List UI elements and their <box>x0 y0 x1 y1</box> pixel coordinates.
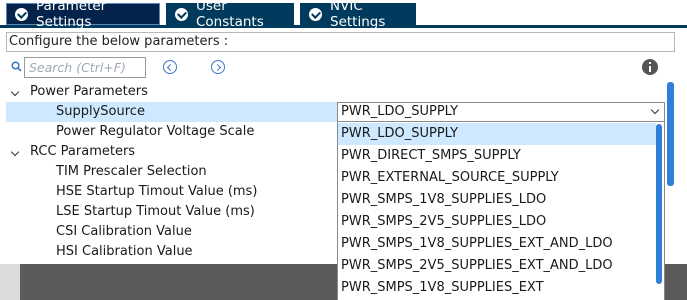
tab-label: NVIC Settings <box>330 0 386 30</box>
tab-bar: Parameter Settings User Constants NVIC S… <box>0 0 687 30</box>
dropdown-option[interactable]: PWR_SMPS_2V5_SUPPLIES_EXT_AND_LDO <box>338 255 656 277</box>
dropdown-option[interactable]: PWR_EXTERNAL_SOURCE_SUPPLY <box>338 167 656 189</box>
tree-group-power[interactable]: Power Parameters <box>6 82 336 102</box>
tree-group-label: RCC Parameters <box>30 144 136 159</box>
tree-item-label: TIM Prescaler Selection <box>56 164 207 179</box>
bottom-panel-edge <box>0 264 20 300</box>
search-input[interactable] <box>24 57 146 78</box>
tab-user-constants[interactable]: User Constants <box>166 0 294 30</box>
tree-item-label: HSI Calibration Value <box>56 244 193 259</box>
tree-item-voltage-scale[interactable]: Power Regulator Voltage Scale <box>6 122 337 142</box>
tab-label: User Constants <box>196 0 264 30</box>
chevron-down-icon[interactable] <box>650 105 660 115</box>
select-value: PWR_LDO_SUPPLY <box>341 104 459 119</box>
dropdown-option[interactable]: PWR_SMPS_1V8_SUPPLIES_EXT_AND_LDO <box>338 233 656 255</box>
check-circle-icon <box>15 7 28 21</box>
search-icon <box>11 61 22 76</box>
tree-item-label: CSI Calibration Value <box>56 224 192 239</box>
tree-item-tim-prescaler[interactable]: TIM Prescaler Selection <box>6 162 337 182</box>
tree-item-lse-startup[interactable]: LSE Startup Timout Value (ms) <box>6 202 337 222</box>
check-circle-icon <box>175 7 188 21</box>
chevron-down-icon[interactable] <box>10 147 20 157</box>
supply-source-select[interactable]: PWR_LDO_SUPPLY <box>337 102 665 122</box>
tab-parameter-settings[interactable]: Parameter Settings <box>6 0 160 30</box>
info-icon[interactable] <box>642 59 658 75</box>
check-circle-icon <box>309 7 322 21</box>
previous-icon[interactable] <box>163 60 177 74</box>
dropdown-option[interactable]: PWR_SMPS_1V8_SUPPLIES_LDO <box>338 189 656 211</box>
tree-group-label: Power Parameters <box>30 84 148 99</box>
dropdown-option[interactable]: PWR_LDO_SUPPLY <box>338 123 656 145</box>
tree-item-hsi-calibration[interactable]: HSI Calibration Value <box>6 242 337 264</box>
tab-label: Parameter Settings <box>36 0 107 30</box>
config-header: Configure the below parameters : <box>6 32 675 52</box>
tree-item-hse-startup[interactable]: HSE Startup Timout Value (ms) <box>6 182 337 202</box>
supply-source-dropdown[interactable]: PWR_LDO_SUPPLY PWR_DIRECT_SMPS_SUPPLY PW… <box>337 121 665 300</box>
tree-group-rcc[interactable]: RCC Parameters <box>6 142 336 162</box>
tab-nvic-settings[interactable]: NVIC Settings <box>300 0 416 30</box>
next-icon[interactable] <box>211 60 225 74</box>
tree-item-label: HSE Startup Timout Value (ms) <box>56 184 258 199</box>
dropdown-option[interactable]: PWR_DIRECT_SMPS_SUPPLY <box>338 145 656 167</box>
tree-scrollbar[interactable] <box>667 82 674 186</box>
chevron-down-icon[interactable] <box>10 87 20 97</box>
tree-item-label: LSE Startup Timout Value (ms) <box>56 204 255 219</box>
tree-item-label: Power Regulator Voltage Scale <box>56 124 255 139</box>
dropdown-option[interactable]: PWR_SMPS_2V5_SUPPLIES_LDO <box>338 211 656 233</box>
tree-item-label: SupplySource <box>56 104 145 119</box>
tree-item-supply-source[interactable]: SupplySource <box>6 102 337 122</box>
tree-item-csi-calibration[interactable]: CSI Calibration Value <box>6 222 337 242</box>
dropdown-option[interactable]: PWR_SMPS_1V8_SUPPLIES_EXT <box>338 277 656 299</box>
dropdown-scrollbar[interactable] <box>656 124 662 284</box>
